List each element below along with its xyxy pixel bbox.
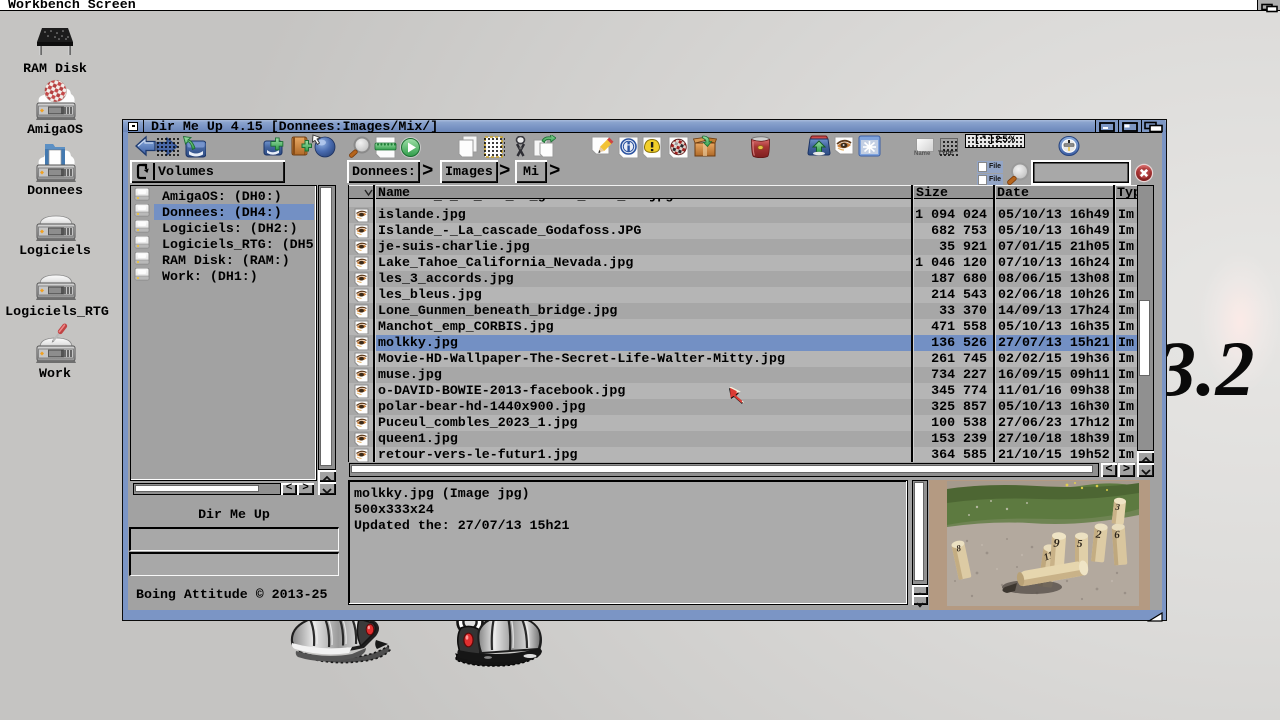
- svg-text:9: 9: [1053, 536, 1060, 550]
- svg-text:5: 5: [1077, 538, 1083, 550]
